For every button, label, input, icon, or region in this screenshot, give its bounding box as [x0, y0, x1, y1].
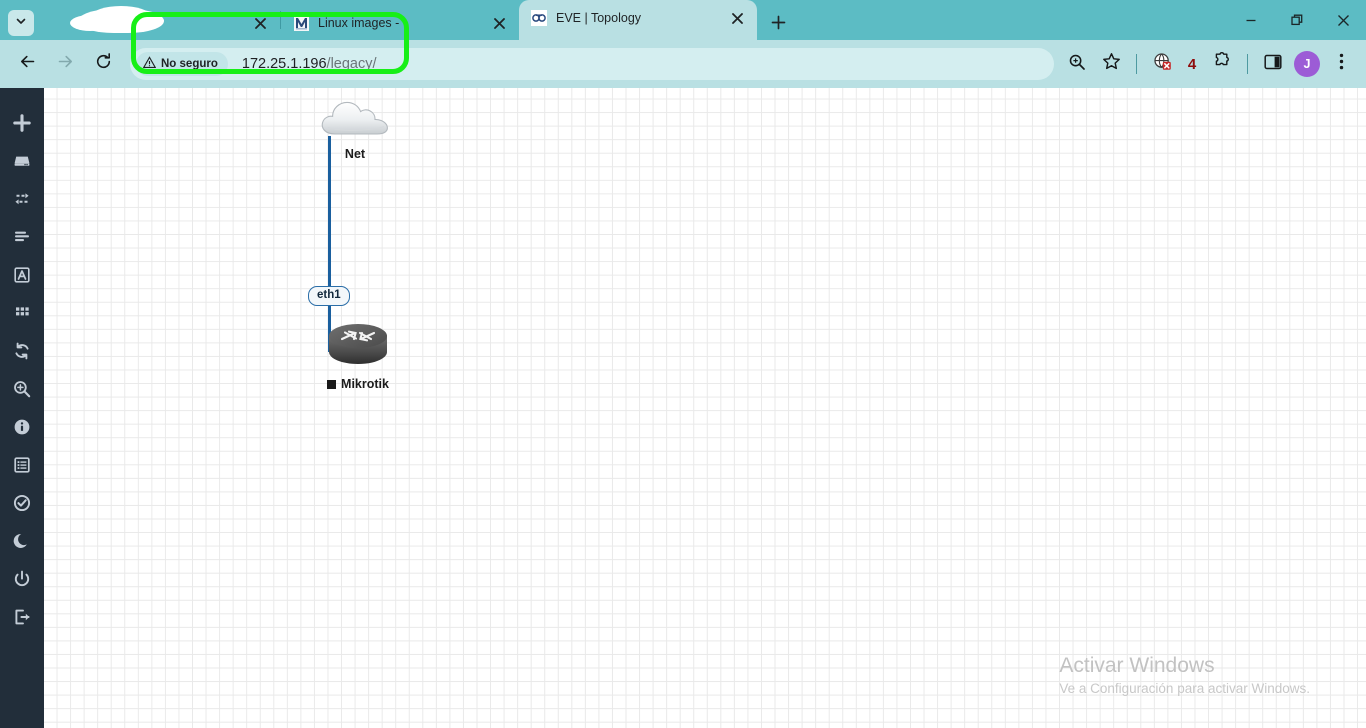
sidebar-item-add-text[interactable] [0, 256, 44, 294]
url-text: 172.25.1.196/legacy/ [242, 56, 377, 72]
grid-icon [12, 303, 32, 323]
tab-search-dropdown[interactable] [8, 10, 34, 36]
browser-window: Linux images - EVE | Topology No seguro … [0, 0, 1366, 728]
node-label-mikrotik: Mikrotik [288, 377, 428, 391]
windows-activation-watermark: Activar Windows Ve a Configuración para … [1059, 653, 1310, 696]
topology-link[interactable] [328, 136, 331, 352]
forward-arrow-icon [56, 52, 75, 76]
sidebar-item-dark-mode[interactable] [0, 522, 44, 560]
forward-button[interactable] [49, 48, 81, 80]
cloud-icon [318, 101, 392, 144]
side-panel-icon [1264, 53, 1282, 76]
sidebar-item-lab-details[interactable] [0, 408, 44, 446]
eve-ng-favicon [531, 10, 547, 26]
tab-close-button[interactable] [727, 8, 747, 28]
tab-title: Linux images - [318, 16, 400, 30]
tab-close-button[interactable] [250, 13, 270, 33]
sidebar-item-nodes-grid[interactable] [0, 294, 44, 332]
back-button[interactable] [11, 48, 43, 80]
tab-item-3[interactable]: EVE | Topology [519, 0, 757, 40]
security-status-label: No seguro [161, 58, 218, 70]
security-status-badge[interactable]: No seguro [136, 52, 228, 76]
list-detail-icon [12, 455, 32, 475]
blocked-content-button[interactable] [1147, 49, 1177, 79]
three-dot-menu-icon [1339, 52, 1344, 76]
back-arrow-icon [18, 52, 37, 76]
reload-icon [94, 52, 113, 76]
tab-item-1[interactable] [36, 6, 280, 40]
minimize-button[interactable] [1228, 0, 1274, 40]
tab-title: EVE | Topology [556, 11, 642, 25]
text-a-icon [12, 265, 32, 285]
router-icon [327, 324, 389, 374]
interface-label-eth1[interactable]: eth1 [308, 286, 350, 306]
topology-canvas[interactable]: Net eth1 Mikrotik Activar Windows Ve a C… [44, 88, 1366, 728]
node-status-indicator [327, 379, 337, 389]
toolbar-divider [1136, 54, 1137, 74]
address-bar[interactable]: No seguro 172.25.1.196/legacy/ [130, 48, 1054, 80]
logout-icon [12, 607, 32, 627]
magnifier-plus-icon [12, 379, 32, 399]
power-icon [12, 569, 32, 589]
sidebar-item-refresh-topology[interactable] [0, 332, 44, 370]
blank-favicon [48, 15, 64, 31]
sidebar-item-lab-list[interactable] [0, 446, 44, 484]
side-panel-button[interactable] [1258, 49, 1288, 79]
sidebar-item-add-node[interactable] [0, 104, 44, 142]
browser-toolbar: No seguro 172.25.1.196/legacy/ 4 J [0, 12, 1366, 88]
sidebar-item-lab-status[interactable] [0, 484, 44, 522]
refresh-icon [12, 341, 32, 361]
globe-blocked-icon [1153, 52, 1172, 76]
reload-button[interactable] [87, 48, 119, 80]
zoom-indicator-button[interactable] [1062, 49, 1092, 79]
sidebar-item-add-connection[interactable] [0, 180, 44, 218]
lines-icon [12, 227, 32, 247]
puzzle-icon [1213, 52, 1232, 76]
sidebar-item-add-network[interactable] [0, 142, 44, 180]
sidebar-item-logout[interactable] [0, 598, 44, 636]
node-label-net: Net [295, 147, 415, 161]
tab-item-2[interactable]: Linux images - [281, 6, 519, 40]
topology-node-mikrotik[interactable]: Mikrotik [288, 322, 428, 391]
watermark-title: Activar Windows [1059, 653, 1215, 677]
bookmark-button[interactable] [1096, 49, 1126, 79]
info-circle-icon [12, 417, 32, 437]
tab-strip: Linux images - EVE | Topology [0, 0, 1366, 40]
profile-avatar[interactable]: J [1294, 51, 1320, 77]
moon-icon [12, 531, 32, 551]
watermark-subtitle: Ve a Configuración para activar Windows. [1059, 681, 1310, 696]
close-button[interactable] [1320, 0, 1366, 40]
node-name: Net [344, 147, 366, 161]
linux-images-favicon [293, 15, 309, 31]
eve-sidebar [0, 88, 44, 728]
sidebar-item-add-picture[interactable] [0, 218, 44, 256]
check-circle-icon [12, 493, 32, 513]
restore-button[interactable] [1274, 0, 1320, 40]
window-controls [1228, 0, 1366, 40]
sidebar-item-power[interactable] [0, 560, 44, 598]
extensions-button[interactable] [1207, 49, 1237, 79]
sidebar-item-zoom-topology[interactable] [0, 370, 44, 408]
redaction-blob [70, 6, 164, 33]
star-icon [1102, 52, 1121, 76]
url-host: 172.25.1.196 [241, 56, 327, 72]
chevron-down-icon [15, 14, 27, 32]
url-path: /legacy/ [326, 56, 377, 72]
search-zoom-icon [1068, 53, 1086, 76]
new-tab-button[interactable] [763, 7, 793, 37]
plus-icon [12, 113, 32, 133]
warning-triangle-icon [142, 56, 157, 72]
page-content: Net eth1 Mikrotik Activar Windows Ve a C… [0, 88, 1366, 728]
chrome-menu-button[interactable] [1326, 49, 1356, 79]
tab-close-button[interactable] [489, 13, 509, 33]
server-icon [12, 151, 32, 171]
toolbar-divider-2 [1247, 54, 1248, 74]
notification-count-badge[interactable]: 4 [1179, 56, 1205, 73]
arrows-exchange-icon [12, 189, 32, 209]
node-name: Mikrotik [341, 377, 389, 391]
topology-node-net[interactable]: Net [295, 96, 415, 161]
